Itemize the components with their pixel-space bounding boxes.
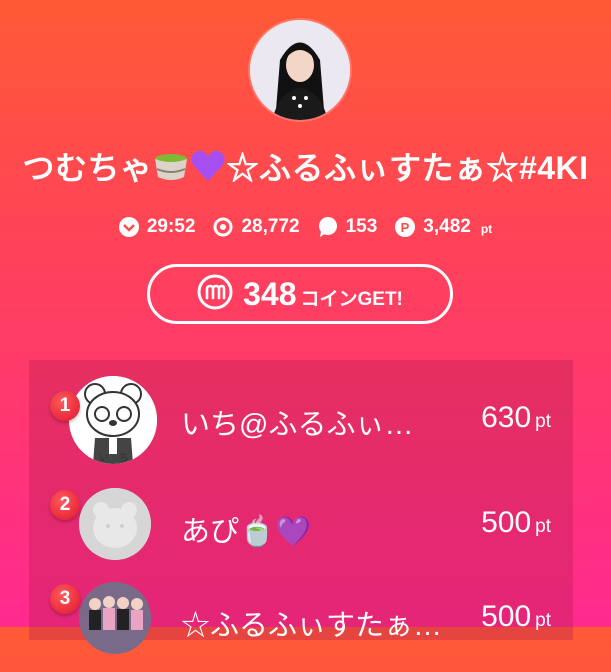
stats-bar: 29:52 28,772 153 P 3,482 pt: [0, 216, 611, 238]
streamer-avatar[interactable]: [250, 20, 350, 120]
time-value: 29:52: [146, 216, 196, 237]
green-tea-icon: [152, 149, 190, 192]
ranking-row[interactable]: い ち 1 いち@ふるふぃ… 630 pt: [29, 376, 573, 466]
stream-title: つむちゃ ☆ふるふぃすたぁ☆#4KI: [0, 148, 611, 192]
stat-points: P 3,482 pt: [395, 216, 492, 238]
title-part-1: つむちゃ: [22, 150, 153, 186]
points-value: 3,482: [423, 216, 471, 237]
comment-icon: [318, 217, 338, 237]
ranker-avatar: [79, 582, 151, 654]
ranker-avatar: [79, 488, 151, 560]
points-number: 500: [481, 506, 532, 539]
coin-icon: [197, 274, 233, 315]
rank-badge: 1: [50, 391, 80, 421]
purple-heart-icon: [190, 149, 226, 192]
bear-drawing-icon: い ち: [69, 376, 157, 464]
points-icon: P: [395, 217, 416, 237]
coin-amount: 348: [243, 275, 297, 312]
timer-icon: [118, 217, 139, 237]
coin-get-button[interactable]: 348 コインGET!: [147, 264, 453, 324]
ranker-points: 630 pt: [481, 401, 551, 435]
ranker-points: 500 pt: [481, 506, 551, 540]
svg-text:い: い: [99, 453, 109, 464]
rank-badge: 2: [50, 490, 80, 520]
stat-time: 29:52: [118, 216, 196, 238]
ranker-name: ☆ふるふぃすたぁ…: [181, 610, 441, 642]
points-unit: pt: [535, 411, 551, 432]
points-unit: pt: [480, 222, 493, 236]
viewers-value: 28,772: [241, 216, 300, 237]
ranker-name: あぴ🍵💜: [181, 508, 311, 550]
points-number: 500: [481, 600, 532, 633]
profile-photo-icon: [250, 20, 350, 120]
ranker-name: いち@ふるふぃ…: [181, 409, 414, 441]
points-number: 630: [481, 401, 532, 434]
points-unit: pt: [535, 610, 551, 631]
default-bear-avatar-icon: [79, 488, 151, 560]
svg-text:P: P: [401, 220, 410, 235]
ranking-row[interactable]: 3 ☆ふるふぃすたぁ… 500 pt: [29, 582, 573, 672]
stat-viewers: 28,772: [213, 216, 300, 238]
ranker-name-text: あぴ🍵💜: [181, 516, 312, 548]
ranking-list: い ち 1 いち@ふるふぃ… 630 pt 2 あぴ🍵💜 500 pt 3 ☆ふ…: [29, 360, 573, 654]
coin-suffix: コインGET!: [300, 288, 403, 310]
ranking-row[interactable]: 2 あぴ🍵💜 500 pt: [29, 488, 573, 578]
comments-value: 153: [345, 216, 378, 237]
title-part-2: ☆ふるふぃすたぁ☆#4KI: [226, 150, 589, 186]
ranker-points: 500 pt: [481, 600, 551, 634]
points-unit: pt: [535, 516, 551, 537]
svg-text:ち: ち: [119, 452, 129, 464]
stat-comments: 153: [318, 216, 378, 238]
viewers-icon: [213, 217, 233, 237]
group-photo-icon: [79, 582, 151, 654]
rank-badge: 3: [50, 584, 80, 614]
ranker-avatar: い ち: [69, 376, 157, 464]
